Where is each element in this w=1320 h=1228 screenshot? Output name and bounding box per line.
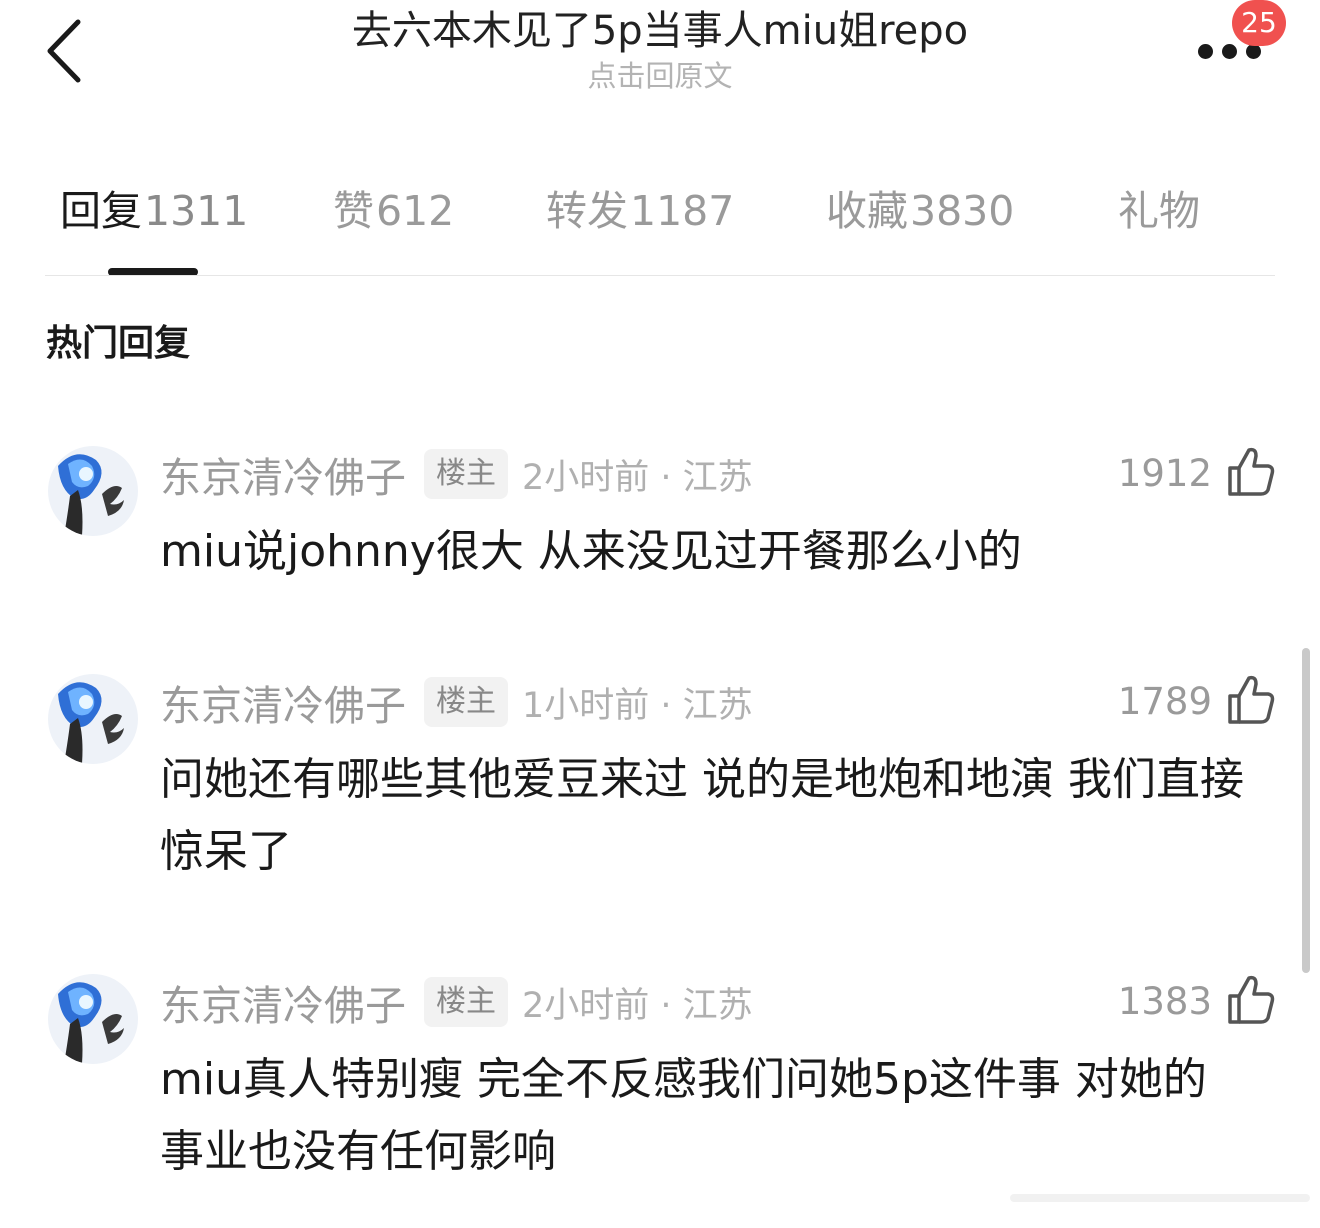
tab-label: 收藏: [826, 187, 908, 235]
comment-meta: 东京清冷佛子 楼主 2小时前 · 江苏: [160, 448, 753, 502]
tab-label: 礼物: [1118, 187, 1200, 235]
username[interactable]: 东京清冷佛子: [160, 672, 406, 732]
like-count: 1912: [1117, 452, 1212, 495]
more-dots-icon: [1198, 44, 1213, 59]
op-badge: 楼主: [424, 677, 508, 727]
tab-label: 赞: [333, 187, 374, 235]
divider: [45, 275, 1275, 276]
more-dots-icon: [1246, 44, 1261, 59]
like-button[interactable]: [1226, 974, 1276, 1026]
comment-item: 东京清冷佛子 楼主 2小时前 · 江苏 1383 miu真人特别瘦 完全不反感我…: [0, 974, 1320, 1194]
tab-count: 612: [376, 187, 455, 235]
interaction-tabs: 回复1311 赞612 转发1187 收藏3830 礼物: [0, 180, 1320, 250]
time-location: 1小时前 · 江苏: [522, 685, 753, 726]
like-count: 1789: [1117, 680, 1212, 723]
username[interactable]: 东京清冷佛子: [160, 972, 406, 1032]
like-button[interactable]: [1226, 446, 1276, 498]
tab-label: 回复: [60, 187, 142, 235]
tab-label: 转发: [546, 187, 628, 235]
comment-text: miu说johnny很大 从来没见过开餐那么小的: [160, 526, 1022, 577]
chevron-left-icon: [47, 19, 81, 83]
time-location: 2小时前 · 江苏: [522, 985, 753, 1026]
notification-badge[interactable]: 25: [1232, 0, 1286, 46]
comment-item: 东京清冷佛子 楼主 1小时前 · 江苏 1789 问她还有哪些其他爱豆来过 说的…: [0, 674, 1320, 894]
comment-text: 问她还有哪些其他爱豆来过 说的是地炮和地演 我们直接惊呆了: [160, 754, 1244, 877]
comment-item: 东京清冷佛子 楼主 2小时前 · 江苏 1912 miu说johnny很大 从来…: [0, 446, 1320, 596]
tab-gifts[interactable]: 礼物: [1118, 180, 1200, 242]
title-area: 去六本木见了5p当事人miu姐repo 点击回原文: [200, 4, 1120, 94]
thumbs-up-icon: [1228, 975, 1275, 1024]
comment-text: miu真人特别瘦 完全不反感我们问她5p这件事 对她的事业也没有任何影响: [160, 1054, 1207, 1177]
comment-meta: 东京清冷佛子 楼主 1小时前 · 江苏: [160, 676, 753, 730]
tab-likes[interactable]: 赞612: [333, 180, 454, 242]
tab-favorites[interactable]: 收藏3830: [826, 180, 1014, 242]
more-dots-icon: [1222, 44, 1237, 59]
view-original-link[interactable]: 点击回原文: [200, 58, 1120, 94]
back-button[interactable]: [38, 14, 98, 84]
comment-meta: 东京清冷佛子 楼主 2小时前 · 江苏: [160, 976, 753, 1030]
like-count: 1383: [1117, 980, 1212, 1023]
tab-reposts[interactable]: 转发1187: [546, 180, 734, 242]
top-navigation-bar: 去六本木见了5p当事人miu姐repo 点击回原文 25: [0, 0, 1320, 110]
section-title-hot-replies: 热门回复: [46, 323, 191, 364]
tab-count: 3830: [910, 187, 1015, 235]
op-badge: 楼主: [424, 449, 508, 499]
thumbs-up-icon: [1228, 675, 1275, 724]
post-title: 去六本木见了5p当事人miu姐repo: [351, 8, 969, 54]
avatar-image: [48, 974, 138, 1064]
avatar-image: [48, 674, 138, 764]
time-location: 2小时前 · 江苏: [522, 457, 753, 498]
avatar[interactable]: [48, 674, 138, 764]
tab-count: 1187: [630, 187, 735, 235]
like-button[interactable]: [1226, 674, 1276, 726]
op-badge: 楼主: [424, 977, 508, 1027]
scrollbar[interactable]: [1302, 648, 1310, 973]
avatar-image: [48, 446, 138, 536]
avatar[interactable]: [48, 974, 138, 1064]
tab-replies[interactable]: 回复1311: [60, 180, 248, 242]
username[interactable]: 东京清冷佛子: [160, 444, 406, 504]
avatar[interactable]: [48, 446, 138, 536]
tab-count: 1311: [144, 187, 249, 235]
watermark-smudge: [1010, 1194, 1310, 1202]
thumbs-up-icon: [1228, 447, 1275, 496]
